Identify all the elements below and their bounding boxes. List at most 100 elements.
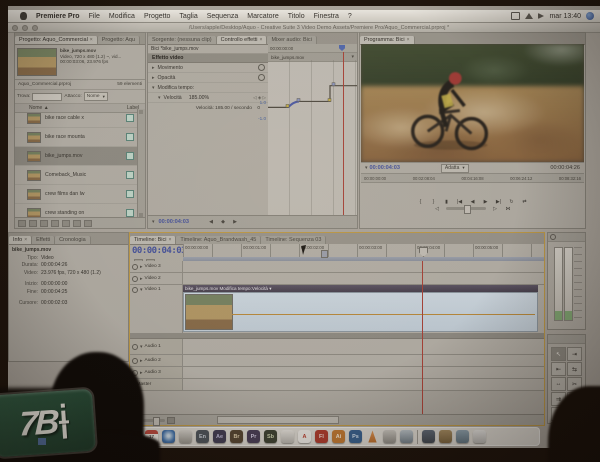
expand-icon[interactable] (140, 264, 143, 270)
tab-audio-mixer[interactable]: Mixer audio: Bici (267, 36, 317, 44)
program-cti-timecode[interactable]: 00:00:04:03 (370, 165, 400, 171)
expand-icon[interactable] (140, 276, 143, 282)
sort-dropdown[interactable]: Nome (83, 92, 108, 101)
zoom-level-dropdown[interactable]: Adatta (440, 163, 469, 173)
tool-ripple-edit[interactable]: ⇤ (551, 362, 566, 376)
playhead-marker-icon[interactable] (339, 45, 345, 51)
dock-encore[interactable]: En (196, 430, 209, 443)
display-menu-icon[interactable] (511, 12, 521, 20)
tab-info[interactable]: Info (9, 236, 33, 244)
timeline-ruler[interactable]: 00:00:00:00 00:00:01:00 00:00:02:00 00:0… (183, 244, 544, 258)
volume-icon[interactable] (538, 13, 545, 19)
track-mute-toggle-icon[interactable] (132, 343, 138, 350)
dock-safari[interactable] (162, 430, 175, 443)
tab-effects[interactable]: Effetti (32, 236, 56, 244)
track-master[interactable]: Master (130, 379, 544, 391)
label-swatch[interactable] (126, 114, 134, 122)
menu-premiere-pro[interactable]: Premiere Pro (36, 13, 80, 20)
dock-utility-1[interactable] (383, 430, 396, 443)
stopwatch-icon[interactable] (258, 64, 265, 71)
tab-project-aquo-commercial[interactable]: Progetto: Aquo_Commercial (15, 36, 98, 44)
loop-button[interactable]: ↻ (508, 199, 516, 205)
list-item[interactable]: crew films dan lw (15, 185, 138, 204)
menu-marcatore[interactable]: Marcatore (247, 13, 279, 20)
go-to-in-button[interactable]: |◀ (456, 199, 464, 205)
stopwatch-icon[interactable] (258, 74, 265, 81)
menu-progetto[interactable]: Progetto (144, 13, 170, 20)
dock-photoshop[interactable]: Ps (349, 430, 362, 443)
new-bin-icon[interactable] (62, 219, 70, 227)
dock-soundbooth[interactable]: Sb (264, 430, 277, 443)
effect-cti-timecode[interactable]: 00:00:04:03 (159, 219, 189, 225)
label-swatch[interactable] (126, 133, 134, 141)
set-in-button[interactable]: { (417, 199, 425, 205)
tab-timeline-brandwash[interactable]: Timeline: Aquo_Brandwash_45 (176, 236, 262, 244)
menu-clock[interactable]: mar 13:40 (549, 13, 581, 20)
video-effects-section[interactable]: Effetto video (148, 54, 268, 63)
icon-view-icon[interactable] (29, 219, 37, 227)
dock-trash[interactable] (473, 430, 486, 443)
close-window-button[interactable] (12, 24, 18, 31)
label-swatch[interactable] (126, 152, 134, 160)
dock-flash[interactable]: Fl (315, 430, 328, 443)
effect-row-opacity[interactable]: Opacità (148, 73, 268, 83)
dock-generic-app[interactable] (179, 430, 192, 443)
zoom-in-icon[interactable] (167, 416, 175, 424)
find-input[interactable] (32, 92, 63, 101)
collapse-icon[interactable] (152, 85, 155, 91)
tab-timeline-bici[interactable]: Timeline: Bici (130, 236, 177, 244)
play-button[interactable]: ▶ (482, 199, 490, 205)
automate-icon[interactable] (40, 219, 48, 227)
expand-icon[interactable] (152, 75, 155, 81)
timeline-clip-bike-jumps[interactable]: bike_jumps.mov Modifica tempo:Velocità ▾ (183, 285, 538, 333)
track-output-toggle-icon[interactable] (132, 263, 138, 270)
preview-thumbnail[interactable] (17, 48, 57, 76)
list-item[interactable]: bike race mounta (15, 128, 138, 147)
dock-document[interactable] (281, 430, 294, 443)
prev-keyframe-button[interactable]: ◀ (207, 219, 215, 225)
sequence-marker[interactable] (321, 250, 328, 258)
tab-timeline-sequenza03[interactable]: Timeline: Sequenza 03 (261, 236, 327, 244)
track-audio-2[interactable]: Audio 2 (130, 355, 544, 367)
track-audio-3[interactable]: Audio 3 (130, 367, 544, 379)
marker-button[interactable]: ▮ (443, 199, 451, 205)
dock-bridge[interactable]: Br (230, 430, 243, 443)
tool-selection[interactable]: ↖ (551, 347, 566, 361)
label-swatch[interactable] (126, 171, 134, 179)
apple-menu-icon[interactable] (20, 12, 27, 20)
track-video-2[interactable]: Video 2 (130, 273, 544, 285)
timeline-cti-timecode[interactable]: 00:00:04:03 (132, 246, 187, 256)
expand-icon[interactable] (140, 358, 143, 364)
effect-row-time-remap[interactable]: Modifica tempo: (148, 83, 268, 93)
label-swatch[interactable] (126, 190, 134, 198)
keyframe-graph-area[interactable]: 00:00:00:00 bike_jumps.mov (268, 44, 357, 216)
list-item[interactable]: crew standing on (15, 204, 138, 218)
dock-after-effects[interactable]: Ae (213, 430, 226, 443)
close-icon[interactable] (90, 37, 93, 43)
safe-margins-button[interactable]: ⇄ (521, 199, 529, 205)
list-item-selected[interactable]: bike_jumps.mov (15, 147, 138, 166)
effect-row-motion[interactable]: Movimento (148, 63, 268, 73)
close-icon[interactable] (169, 237, 172, 243)
scroll-thumb[interactable] (217, 416, 339, 424)
menu-titolo[interactable]: Titolo (288, 13, 305, 20)
dock-premiere[interactable]: Pr (247, 430, 260, 443)
dock-folder-blue[interactable] (456, 430, 469, 443)
step-back-button[interactable]: ◀ (469, 199, 477, 205)
track-output-toggle-icon[interactable] (132, 287, 138, 293)
go-to-out-button[interactable]: ▶| (495, 199, 503, 205)
clip-body[interactable] (183, 292, 538, 332)
dock-vlc[interactable] (368, 430, 377, 443)
collapse-icon[interactable] (140, 344, 143, 350)
menu-taglia[interactable]: Taglia (179, 13, 197, 20)
add-keyframe-button[interactable]: ◆ (219, 219, 227, 225)
menu-sequenza[interactable]: Sequenza (207, 13, 239, 20)
tool-rate-stretch[interactable]: ↔ (551, 377, 566, 391)
expand-icon[interactable] (140, 370, 143, 376)
vertical-scrollbar[interactable] (137, 109, 145, 218)
playhead-line[interactable] (422, 261, 423, 414)
dock-folder-brown[interactable] (439, 430, 452, 443)
tab-effect-controls[interactable]: Controllo effetti (216, 36, 268, 44)
menu-file[interactable]: File (89, 13, 100, 20)
delete-icon[interactable] (84, 219, 92, 227)
